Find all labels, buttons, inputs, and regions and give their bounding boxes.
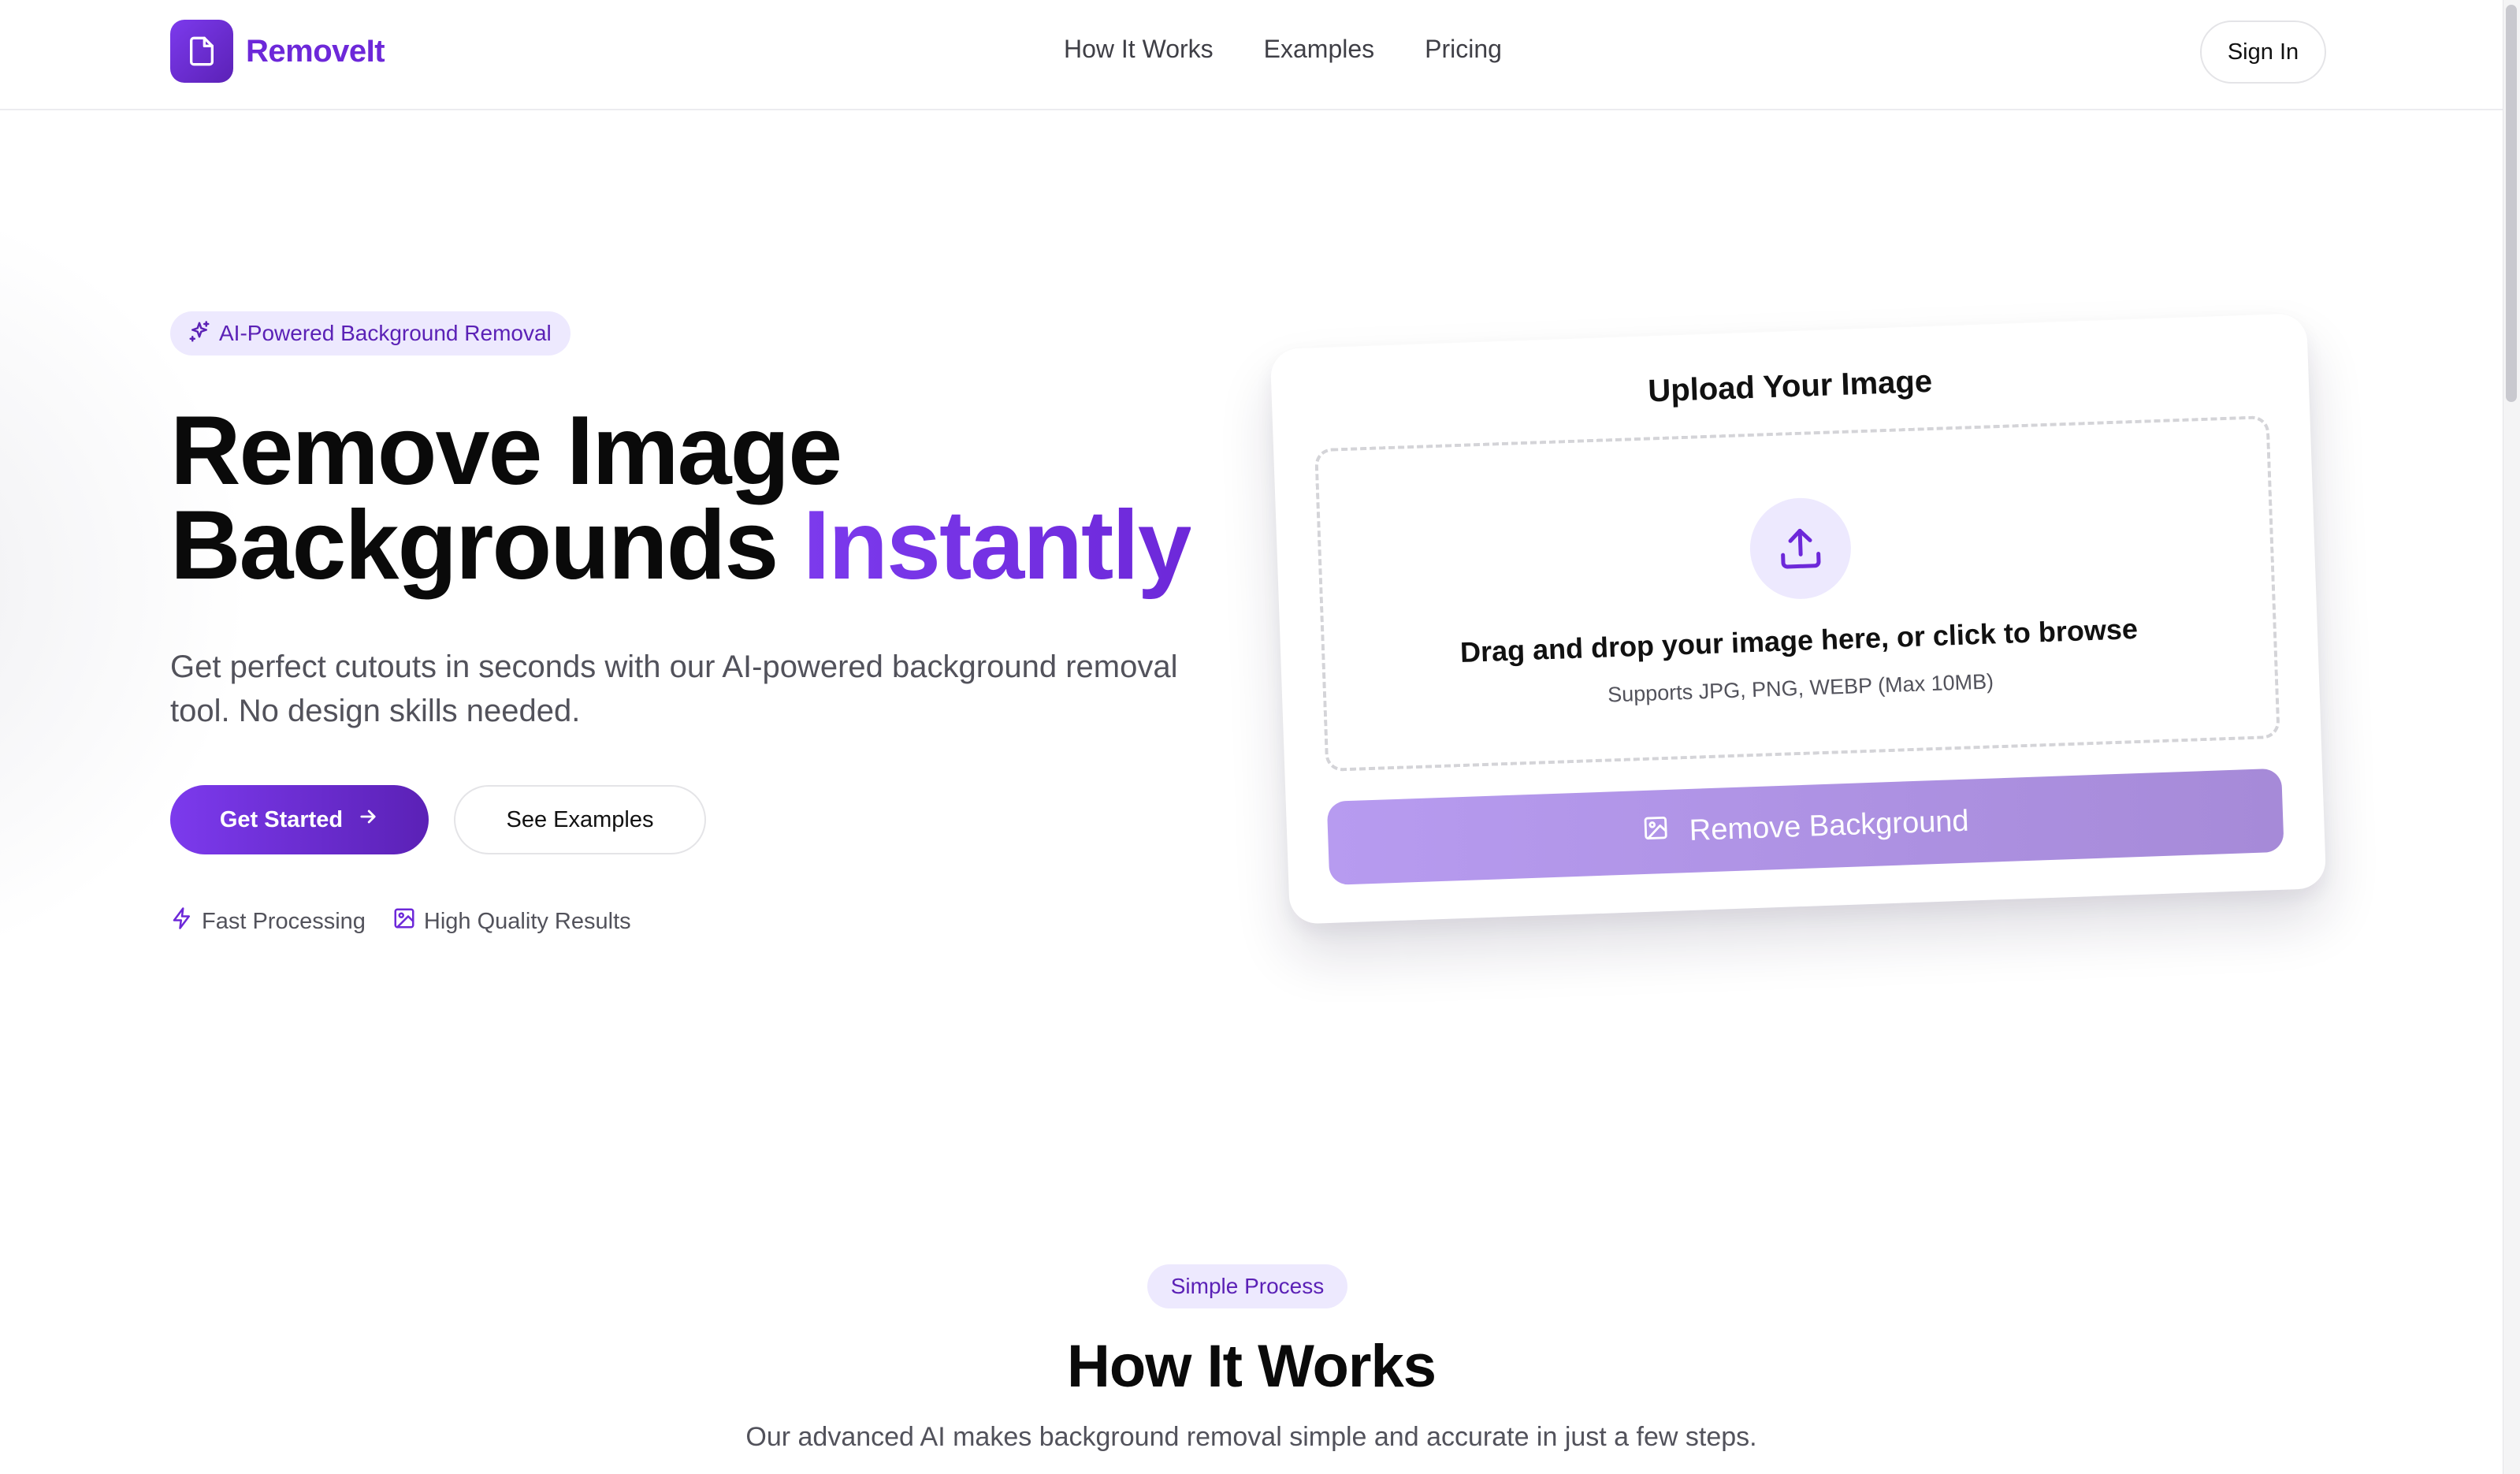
hero-title-line1: Remove Image <box>170 396 842 505</box>
section-subtitle: Our advanced AI makes background removal… <box>745 1422 1757 1452</box>
hero-badge: AI-Powered Background Removal <box>170 311 571 355</box>
hero-subtitle: Get perfect cutouts in seconds with our … <box>170 650 1178 728</box>
upload-card-wrapper: Upload Your Image Drag and drop your ima… <box>1269 313 2327 925</box>
get-started-label: Get Started <box>219 806 344 832</box>
feature-high-quality: High Quality Results <box>392 906 631 936</box>
remove-background-label: Remove Background <box>1689 804 1970 847</box>
upload-card: Upload Your Image Drag and drop your ima… <box>1269 313 2327 925</box>
main-nav: How It Works Examples Pricing <box>1064 35 1502 64</box>
nav-link-how-it-works[interactable]: How It Works <box>1064 35 1214 64</box>
feature-label: Fast Processing <box>202 908 366 934</box>
scrollbar-thumb[interactable] <box>2506 5 2517 402</box>
sparkles-icon <box>188 320 211 348</box>
image-icon <box>1641 814 1670 850</box>
get-started-button[interactable]: Get Started <box>170 785 429 854</box>
image-icon <box>392 906 416 936</box>
hero-title-line2: Backgrounds <box>170 491 779 600</box>
lightning-icon <box>170 906 194 936</box>
top-navbar: RemoveIt How It Works Examples Pricing S… <box>0 0 2503 110</box>
document-icon <box>170 20 233 83</box>
nav-link-pricing[interactable]: Pricing <box>1425 35 1502 64</box>
feature-fast-processing: Fast Processing <box>170 906 366 936</box>
upload-icon <box>1748 496 1853 601</box>
remove-background-button[interactable]: Remove Background <box>1326 768 2284 885</box>
feature-label: High Quality Results <box>423 908 631 934</box>
brand-logo[interactable]: RemoveIt <box>170 20 385 83</box>
hero-title: Remove Image Backgrounds Instantly <box>170 402 1289 594</box>
arrow-right-icon <box>357 806 379 834</box>
see-examples-button[interactable]: See Examples <box>454 785 706 854</box>
nav-link-examples[interactable]: Examples <box>1264 35 1375 64</box>
hero-badge-label: AI-Powered Background Removal <box>219 321 552 345</box>
hero-features: Fast Processing High Quality Results <box>170 906 631 936</box>
section-title: How It Works <box>1067 1333 1437 1400</box>
upload-card-title: Upload Your Image <box>1647 363 1933 409</box>
page: RemoveIt How It Works Examples Pricing S… <box>0 0 2520 1474</box>
sign-in-button[interactable]: Sign In <box>2200 20 2326 84</box>
section-badge: Simple Process <box>1147 1264 1347 1308</box>
page-scrollbar[interactable] <box>2503 0 2520 1474</box>
hero-title-accent: Instantly <box>802 491 1192 600</box>
brand-name: RemoveIt <box>246 33 385 69</box>
image-dropzone[interactable]: Drag and drop your image here, or click … <box>1314 415 2280 772</box>
